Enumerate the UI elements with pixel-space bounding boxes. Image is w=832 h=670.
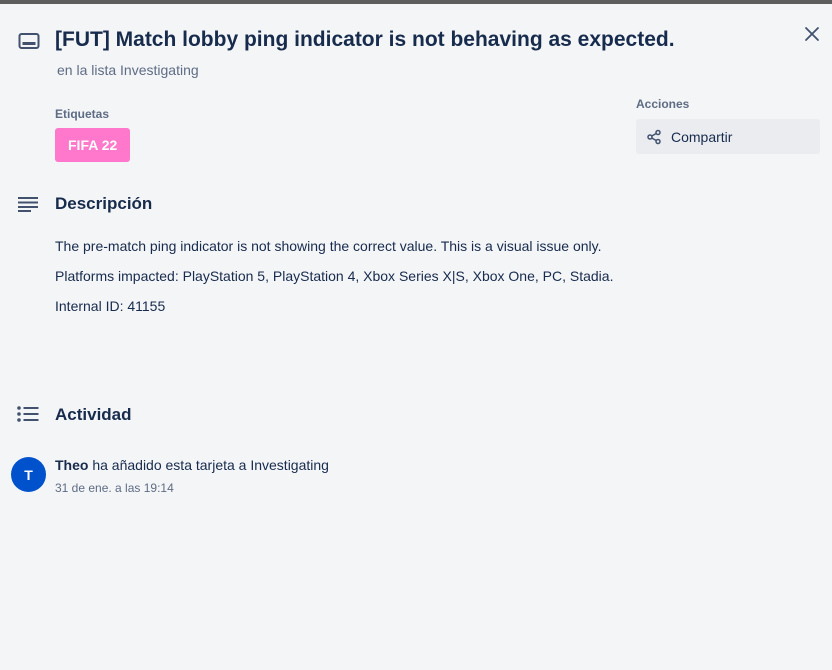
description-body[interactable]: The pre-match ping indicator is not show… [55,235,620,325]
card-detail-dialog: [FUT] Match lobby ping indicator is not … [0,4,832,670]
close-icon [805,27,819,41]
share-icon [646,129,662,145]
labels-heading: Etiquetas [55,107,110,121]
avatar[interactable]: T [11,457,46,492]
close-button[interactable] [800,22,824,46]
card-icon [18,32,40,50]
share-button-label: Compartir [671,128,733,145]
list-prefix: en la lista [57,62,117,78]
card-title[interactable]: [FUT] Match lobby ping indicator is not … [55,28,675,52]
activity-timestamp[interactable]: 31 de ene. a las 19:14 [55,481,174,495]
label-chip-fifa-22[interactable]: FIFA 22 [55,128,131,162]
activity-icon [17,406,39,422]
activity-action: ha añadido esta tarjeta a Investigating [92,457,329,473]
activity-user[interactable]: Theo [55,457,88,473]
card-list-info: en la lista Investigating [57,62,199,78]
activity-entry-text: Theo ha añadido esta tarjeta a Investiga… [55,457,329,473]
description-icon [18,196,39,212]
share-button[interactable]: Compartir [636,119,820,154]
description-heading: Descripción [55,194,153,213]
description-paragraph: The pre-match ping indicator is not show… [55,238,602,254]
activity-heading: Actividad [55,405,132,424]
description-paragraph: Internal ID: 41155 [55,298,166,314]
list-link[interactable]: Investigating [120,62,199,78]
description-paragraph: Platforms impacted: PlayStation 5, PlayS… [55,268,614,284]
actions-heading: Acciones [636,97,690,111]
